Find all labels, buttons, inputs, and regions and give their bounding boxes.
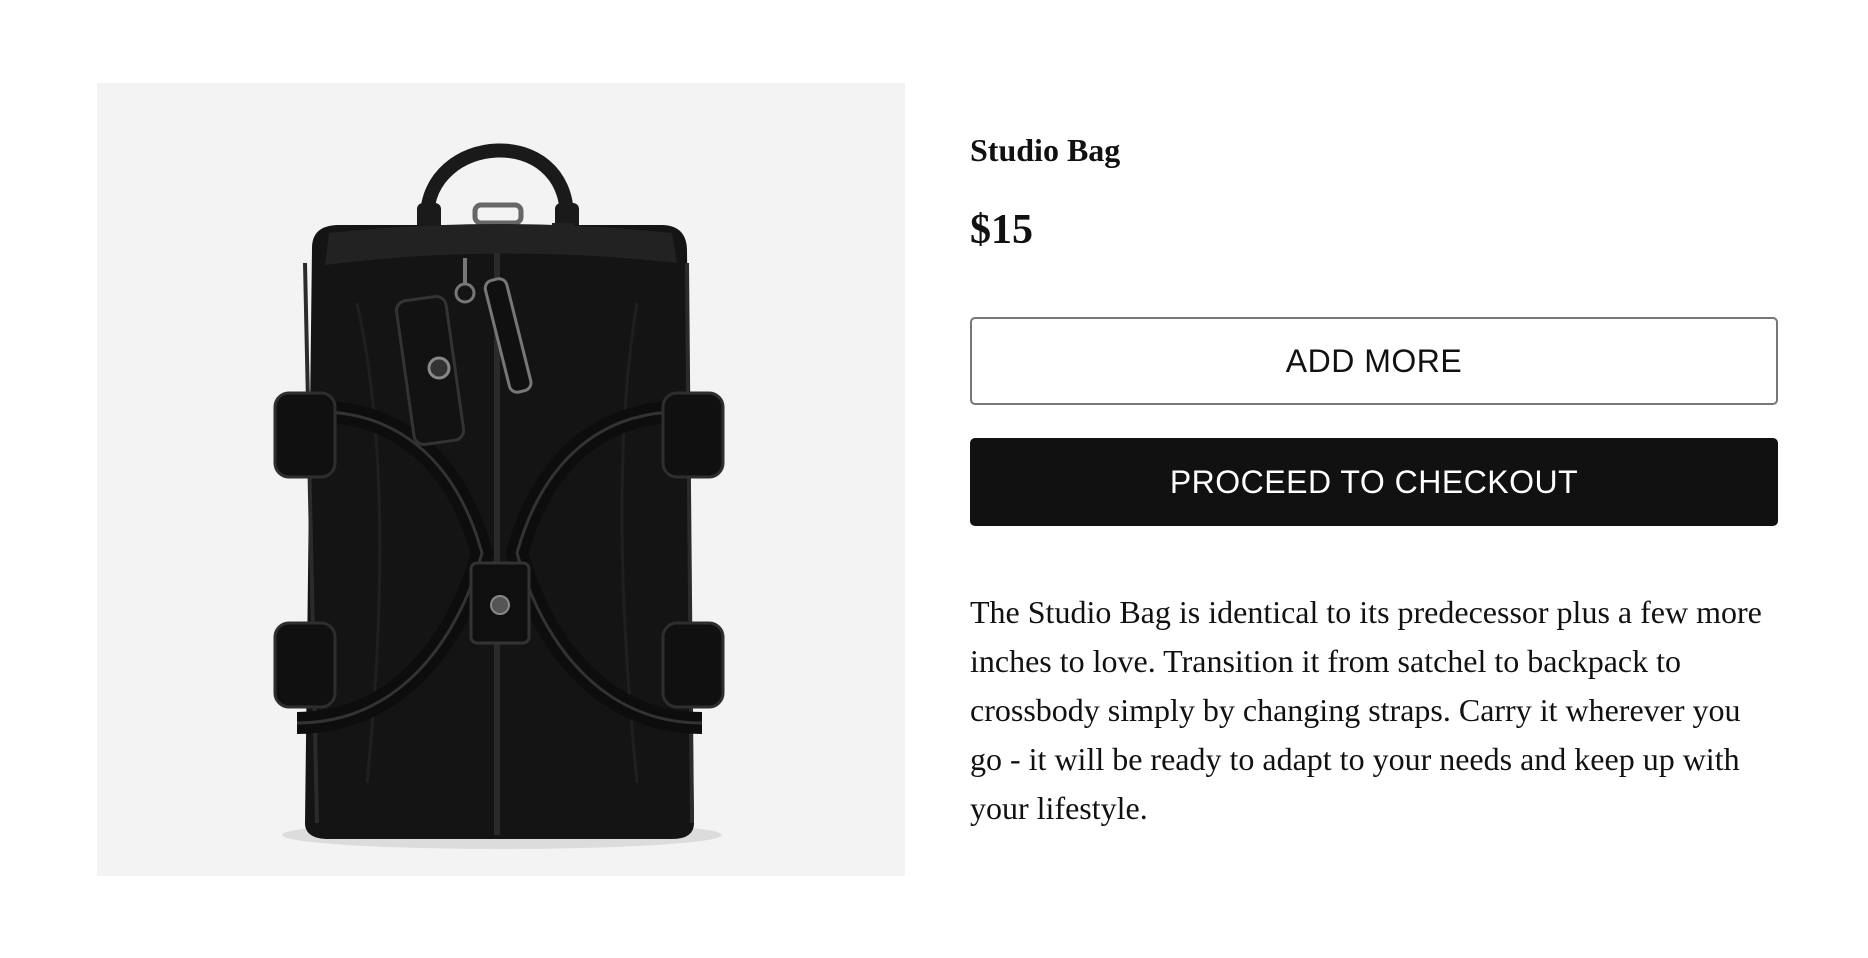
backpack-illustration [273,143,725,849]
product-description: The Studio Bag is identical to its prede… [970,594,1762,826]
product-title: Studio Bag [970,132,1121,168]
product-price: $15 [970,207,1033,253]
proceed-to-checkout-button[interactable]: PROCEED TO CHECKOUT [970,438,1778,526]
product-image [97,83,905,876]
product-page: Studio Bag $15 ADD MORE PROCEED TO CHECK… [0,0,1868,958]
add-more-button[interactable]: ADD MORE [970,317,1778,405]
